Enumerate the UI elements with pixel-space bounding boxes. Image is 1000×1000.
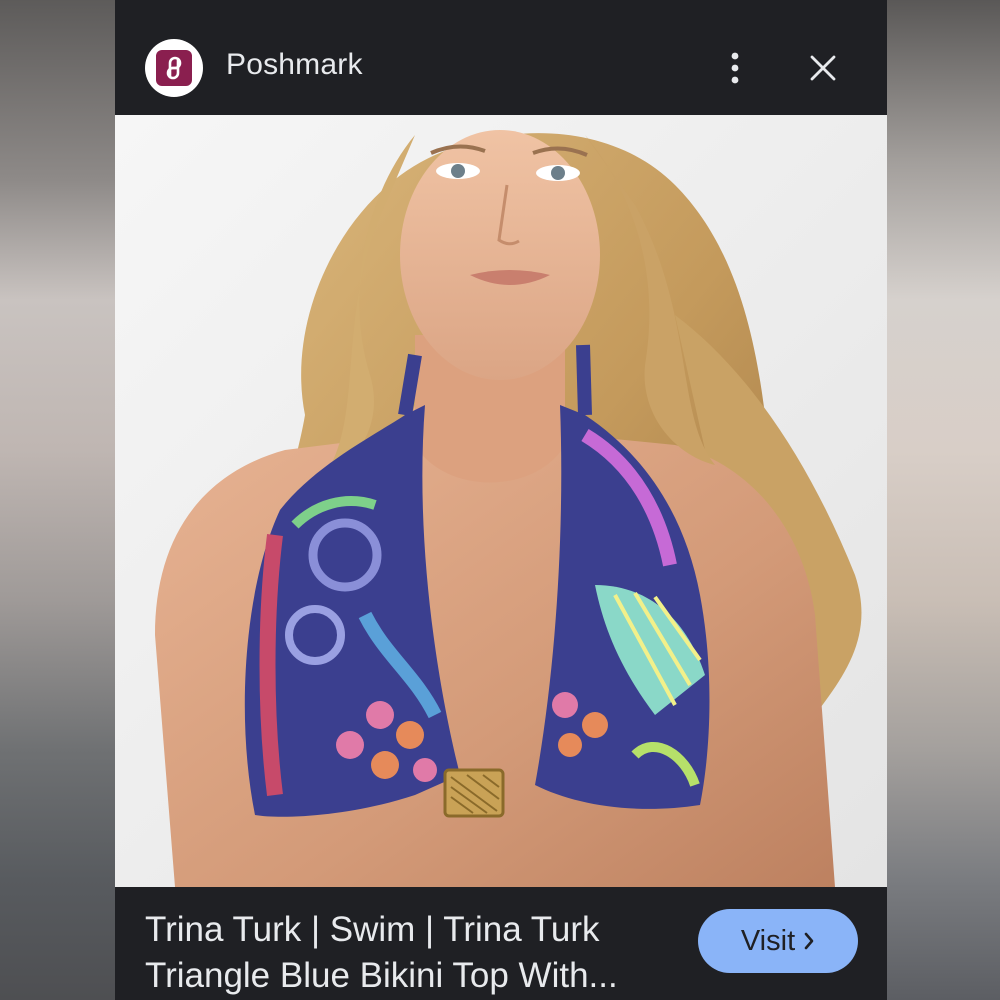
backdrop-left bbox=[0, 0, 115, 1000]
image-preview-card: Poshmark Trina Turk | Swim | Trina Turk … bbox=[115, 0, 887, 1000]
result-title-line-1: Trina Turk | Swim | Trina Turk bbox=[145, 910, 600, 949]
result-title-line-2: Triangle Blue Bikini Top With... bbox=[145, 956, 618, 995]
poshmark-logo-icon[interactable] bbox=[145, 39, 203, 97]
visit-button[interactable]: Visit bbox=[698, 909, 858, 973]
backdrop-right bbox=[887, 0, 1000, 1000]
result-title[interactable]: Trina Turk | Swim | Trina Turk Triangle … bbox=[145, 907, 665, 999]
site-name[interactable]: Poshmark bbox=[226, 48, 363, 82]
close-icon[interactable] bbox=[801, 46, 845, 90]
more-vertical-icon[interactable] bbox=[715, 46, 755, 90]
preview-header: Poshmark bbox=[115, 0, 887, 115]
product-image[interactable] bbox=[115, 115, 887, 887]
preview-footer: Trina Turk | Swim | Trina Turk Triangle … bbox=[115, 887, 887, 1000]
visit-label: Visit bbox=[740, 924, 796, 957]
chevron-right-icon bbox=[803, 932, 815, 950]
